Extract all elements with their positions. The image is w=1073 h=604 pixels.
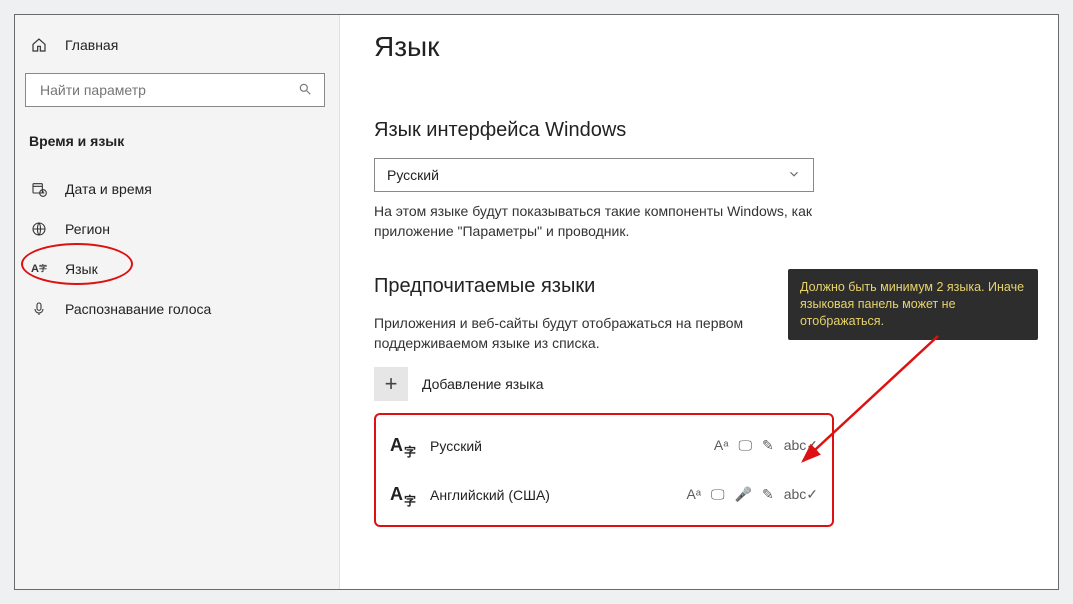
microphone-icon [29, 301, 49, 317]
sidebar-home-label: Главная [65, 37, 118, 53]
language-item[interactable]: A字 Русский Aᵃ 🖵 ✎ abc✓ [386, 421, 822, 470]
search-field[interactable] [38, 81, 298, 99]
tts-cap-icon: 🖵 [711, 486, 725, 503]
add-language-row[interactable]: + Добавление языка [374, 367, 1024, 401]
sidebar-section-title: Время и язык [25, 125, 325, 155]
search-input[interactable] [25, 73, 325, 107]
display-language-hint: На этом языке будут показываться такие к… [374, 202, 814, 241]
chevron-down-icon [787, 167, 801, 184]
language-capabilities: Aᵃ 🖵 🎤 ✎ abc✓ [686, 486, 818, 503]
home-icon [29, 37, 49, 53]
language-name: Русский [430, 438, 482, 454]
sidebar-item-datetime[interactable]: Дата и время [25, 169, 325, 209]
sidebar-item-language[interactable]: A字 Язык [25, 249, 325, 289]
display-lang-cap-icon: Aᵃ [686, 486, 701, 503]
language-list: A字 Русский Aᵃ 🖵 ✎ abc✓ A字 Английский (СШ… [374, 413, 834, 527]
preferred-languages-hint: Приложения и веб-сайты будут отображатьс… [374, 314, 814, 353]
sidebar-item-label: Дата и время [65, 181, 152, 197]
language-name: Английский (США) [430, 487, 550, 503]
speech-cap-icon: 🎤 [735, 486, 752, 503]
language-capabilities: Aᵃ 🖵 ✎ abc✓ [714, 437, 818, 454]
display-lang-cap-icon: Aᵃ [714, 437, 729, 454]
sidebar-item-label: Распознавание голоса [65, 301, 211, 317]
language-icon: A字 [29, 263, 49, 275]
sidebar-item-label: Регион [65, 221, 110, 237]
language-glyph-icon: A字 [390, 435, 416, 456]
spellcheck-cap-icon: abc✓ [784, 486, 818, 503]
add-language-label: Добавление языка [422, 376, 544, 392]
page-title: Язык [374, 31, 1024, 63]
display-language-select[interactable]: Русский [374, 158, 814, 192]
settings-window: Главная Время и язык Дата и время [14, 14, 1059, 590]
language-item[interactable]: A字 Английский (США) Aᵃ 🖵 🎤 ✎ abc✓ [386, 470, 822, 519]
preferred-languages-heading: Предпочитаемые языки [374, 275, 1024, 298]
tts-cap-icon: 🖵 [738, 437, 752, 454]
display-language-heading: Язык интерфейса Windows [374, 119, 1024, 142]
language-glyph-icon: A字 [390, 484, 416, 505]
globe-icon [29, 221, 49, 237]
calendar-clock-icon [29, 181, 49, 197]
display-language-value: Русский [387, 167, 439, 183]
search-icon [298, 82, 312, 99]
handwriting-cap-icon: ✎ [762, 486, 774, 503]
sidebar-item-region[interactable]: Регион [25, 209, 325, 249]
handwriting-cap-icon: ✎ [762, 437, 774, 454]
sidebar-home[interactable]: Главная [25, 29, 325, 61]
sidebar-item-label: Язык [65, 261, 98, 277]
spellcheck-cap-icon: abc✓ [784, 437, 818, 454]
plus-icon[interactable]: + [374, 367, 408, 401]
sidebar: Главная Время и язык Дата и время [15, 15, 340, 589]
main-panel: Язык Язык интерфейса Windows Русский На … [340, 15, 1058, 589]
sidebar-item-speech[interactable]: Распознавание голоса [25, 289, 325, 329]
